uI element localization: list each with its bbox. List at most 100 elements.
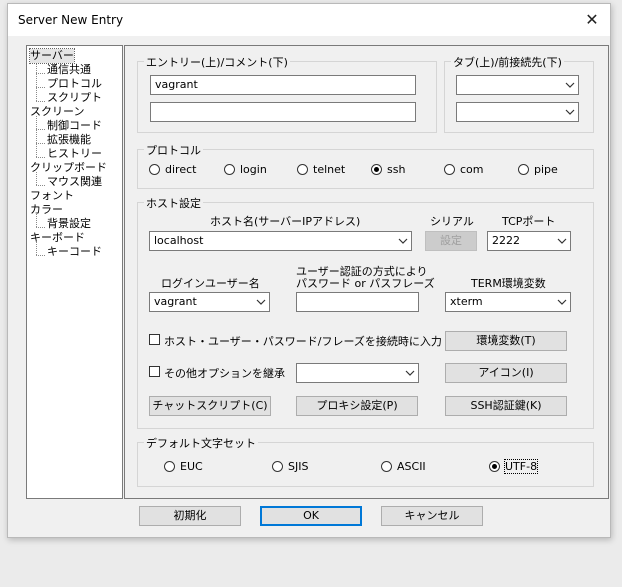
login-user-select[interactable]: vagrant <box>149 292 270 312</box>
charset-euc-radio[interactable] <box>164 461 175 472</box>
charset-group-label: デフォルト文字セット <box>144 435 258 451</box>
protocol-direct-label: direct <box>165 163 197 176</box>
protocol-pipe-label: pipe <box>534 163 558 176</box>
host-settings-group: ホスト設定 ホスト名(サーバーIPアドレス) シリアル TCPポート local… <box>137 195 594 429</box>
chevron-down-icon <box>256 299 266 305</box>
chevron-down-icon <box>565 82 575 88</box>
protocol-com-radio[interactable] <box>444 164 455 175</box>
host-name-value: localhost <box>154 234 204 247</box>
tree-connector <box>36 101 45 102</box>
tree-item-script[interactable]: スクリプト <box>47 91 102 105</box>
tree-item-extension[interactable]: 拡張機能 <box>47 133 91 147</box>
env-variables-button[interactable]: 環境変数(T) <box>445 331 567 351</box>
tree-item-screen[interactable]: スクリーン <box>30 105 84 119</box>
close-icon[interactable]: ✕ <box>574 4 610 36</box>
tree-connector <box>36 227 45 228</box>
proxy-settings-button[interactable]: プロキシ設定(P) <box>296 396 418 416</box>
charset-group: デフォルト文字セット EUC SJIS ASCII UTF-8 <box>137 435 594 487</box>
cancel-button[interactable]: キャンセル <box>381 506 483 526</box>
entry-group-label: エントリー(上)/コメント(下) <box>144 54 290 70</box>
tree-item-comm[interactable]: 通信共通 <box>47 63 91 77</box>
tree-connector <box>36 116 37 157</box>
term-label: TERM環境変数 <box>471 277 546 290</box>
serial-label: シリアル <box>430 215 474 228</box>
tree-connector <box>36 87 45 88</box>
ssh-key-button[interactable]: SSH認証鍵(K) <box>445 396 567 416</box>
comment-input[interactable] <box>150 102 416 122</box>
inherit-source-select[interactable] <box>296 363 419 383</box>
tree-item-background[interactable]: 背景設定 <box>47 217 91 231</box>
protocol-telnet-label: telnet <box>313 163 346 176</box>
charset-ascii-radio[interactable] <box>381 461 392 472</box>
tab-select[interactable] <box>456 75 579 95</box>
tree-item-protocol[interactable]: プロトコル <box>47 77 102 91</box>
tcp-port-label: TCPポート <box>502 215 556 228</box>
entry-group: エントリー(上)/コメント(下) vagrant <box>137 54 437 133</box>
chevron-down-icon <box>557 299 567 305</box>
tree-item-server[interactable]: サーバー <box>29 48 75 64</box>
protocol-com-label: com <box>460 163 484 176</box>
tree-item-history[interactable]: ヒストリー <box>47 147 102 161</box>
ask-credentials-label: ホスト・ユーザー・パスワード/フレーズを接続時に入力 <box>164 335 442 348</box>
tree-item-font[interactable]: フォント <box>30 189 74 203</box>
protocol-direct-radio[interactable] <box>149 164 160 175</box>
protocol-group: プロトコル direct login telnet ssh com pipe <box>137 142 594 189</box>
tree-item-control-code[interactable]: 制御コード <box>47 119 102 133</box>
protocol-ssh-label: ssh <box>387 163 406 176</box>
ok-button[interactable]: OK <box>260 506 362 526</box>
charset-euc-label: EUC <box>180 460 203 473</box>
chevron-down-icon <box>557 238 567 244</box>
tree-connector <box>36 255 45 256</box>
login-user-label: ログインユーザー名 <box>161 277 260 290</box>
tree-item-keycode[interactable]: キーコード <box>47 245 102 259</box>
charset-utf8-radio[interactable] <box>489 461 500 472</box>
protocol-login-label: login <box>240 163 267 176</box>
previous-host-select[interactable] <box>456 102 579 122</box>
tree-connector <box>36 143 45 144</box>
serial-settings-button[interactable]: 設定 <box>425 231 477 251</box>
login-user-value: vagrant <box>154 295 197 308</box>
protocol-ssh-radio[interactable] <box>371 164 382 175</box>
entry-input[interactable]: vagrant <box>150 75 416 95</box>
title-bar: Server New Entry ✕ <box>8 4 610 36</box>
inherit-options-checkbox[interactable] <box>149 366 160 377</box>
host-name-label: ホスト名(サーバーIPアドレス) <box>210 215 361 228</box>
tcp-port-select[interactable]: 2222 <box>487 231 571 251</box>
tree-connector <box>36 157 45 158</box>
tree-connector <box>36 185 45 186</box>
protocol-login-radio[interactable] <box>224 164 235 175</box>
tree-item-color[interactable]: カラー <box>30 203 63 217</box>
password-input[interactable] <box>296 292 419 312</box>
chevron-down-icon <box>565 109 575 115</box>
chevron-down-icon <box>398 238 408 244</box>
charset-utf8-label: UTF-8 <box>503 459 539 474</box>
inherit-options-label: その他オプションを継承 <box>164 367 285 380</box>
server-settings-panel: エントリー(上)/コメント(下) vagrant タブ(上)/前接続先(下) プ… <box>124 45 609 499</box>
chevron-down-icon <box>405 370 415 376</box>
auth-label-line2: パスワード or パスフレーズ <box>296 277 435 290</box>
tab-group-label: タブ(上)/前接続先(下) <box>451 54 564 70</box>
tree-item-mouse[interactable]: マウス関連 <box>47 175 102 189</box>
charset-ascii-label: ASCII <box>397 460 426 473</box>
tree-item-keyboard[interactable]: キーボード <box>30 231 85 245</box>
settings-tree[interactable]: サーバー 通信共通 プロトコル スクリプト スクリーン 制御コード 拡張機能 ヒ… <box>26 45 123 499</box>
ask-credentials-checkbox[interactable] <box>149 334 160 345</box>
host-name-select[interactable]: localhost <box>149 231 412 251</box>
charset-sjis-radio[interactable] <box>272 461 283 472</box>
tree-connector <box>36 60 37 101</box>
tree-connector <box>36 73 45 74</box>
term-select[interactable]: xterm <box>445 292 571 312</box>
server-new-entry-dialog: Server New Entry ✕ サーバー 通信共通 プロトコル スクリプト… <box>7 3 611 538</box>
protocol-telnet-radio[interactable] <box>297 164 308 175</box>
initialize-button[interactable]: 初期化 <box>139 506 241 526</box>
charset-sjis-label: SJIS <box>288 460 309 473</box>
chat-script-button[interactable]: チャットスクリプト(C) <box>149 396 271 416</box>
tree-connector <box>36 129 45 130</box>
term-value: xterm <box>450 295 483 308</box>
window-title: Server New Entry <box>18 13 124 27</box>
tree-item-clipboard[interactable]: クリップボード <box>30 161 107 175</box>
protocol-pipe-radio[interactable] <box>518 164 529 175</box>
tab-group: タブ(上)/前接続先(下) <box>444 54 594 133</box>
icon-button[interactable]: アイコン(I) <box>445 363 567 383</box>
host-settings-label: ホスト設定 <box>144 195 203 211</box>
